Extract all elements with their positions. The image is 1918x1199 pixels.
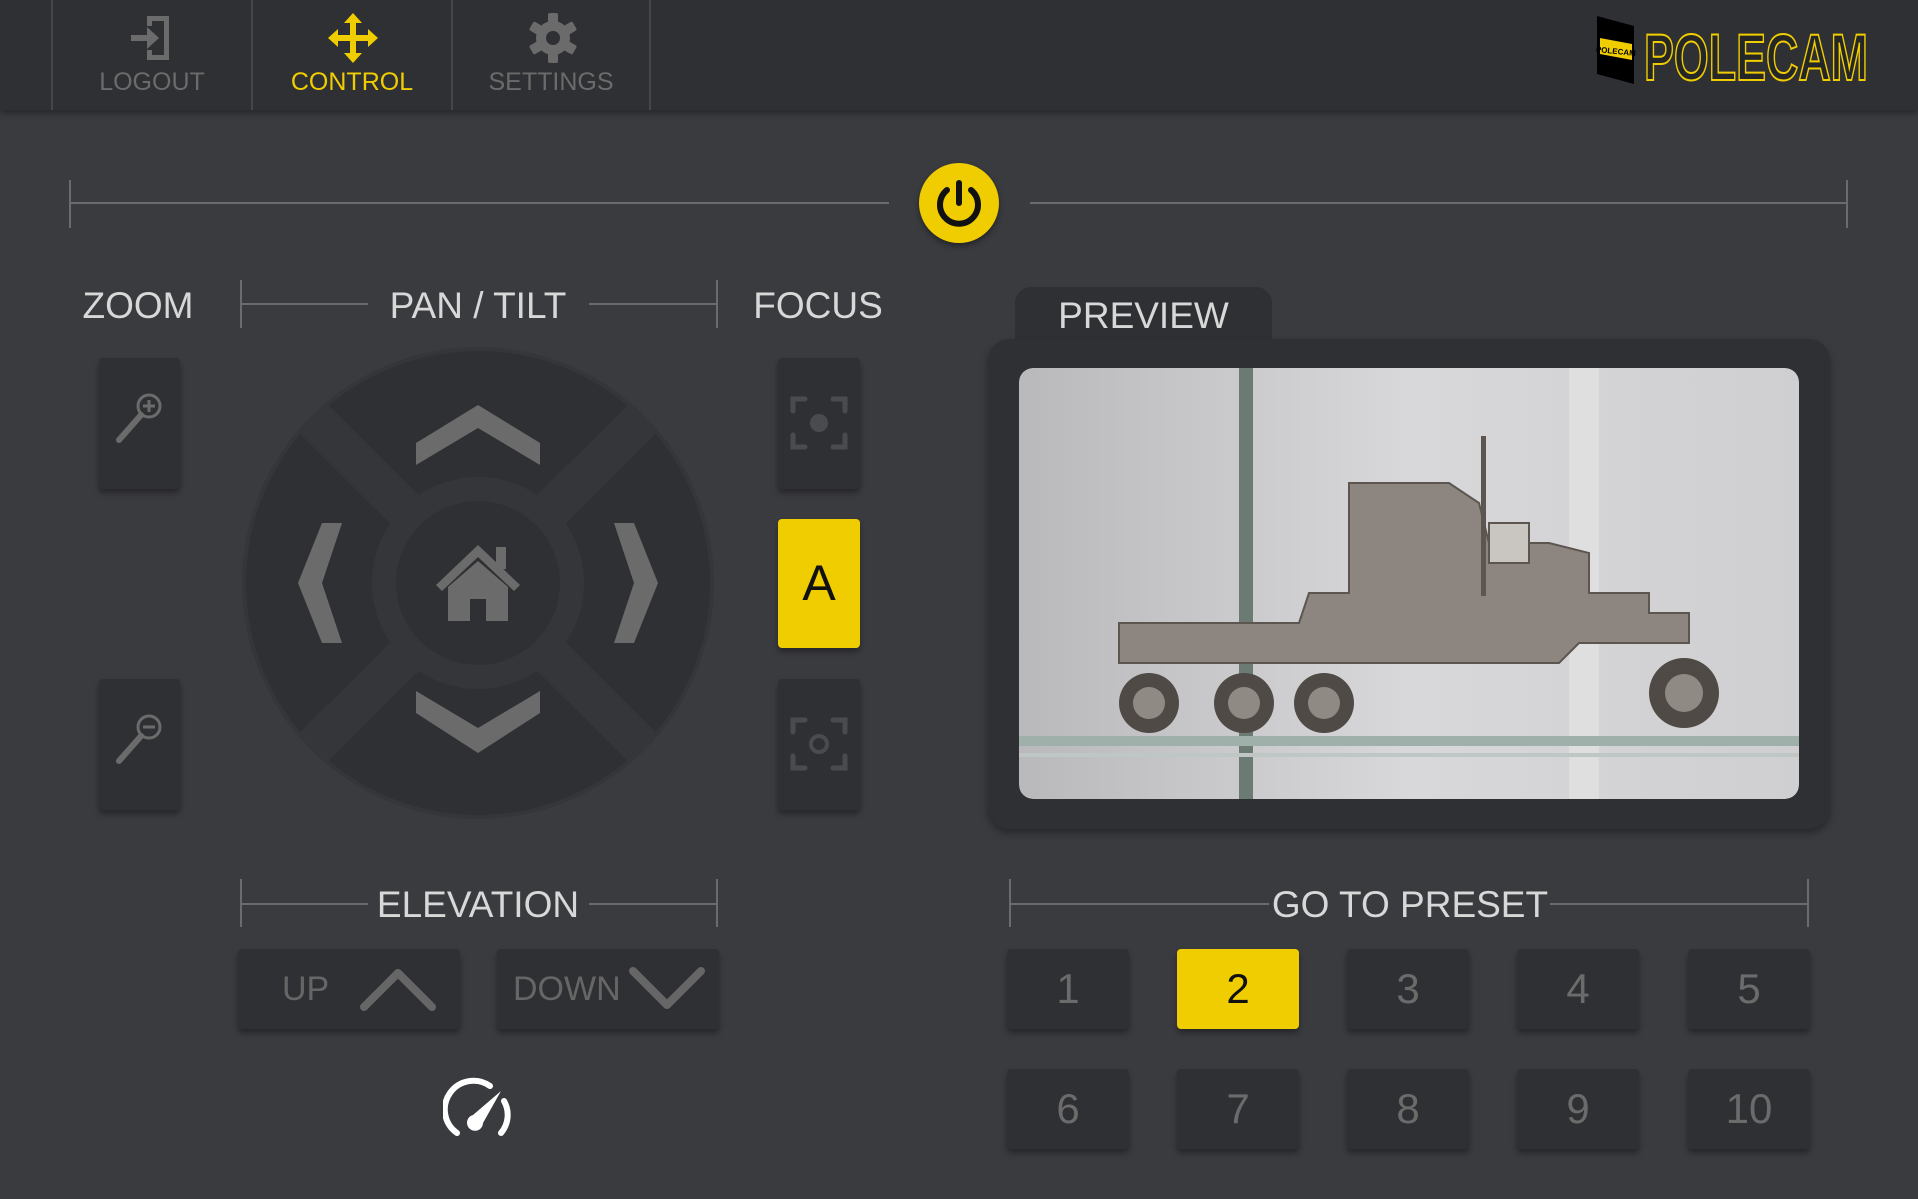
divider-line xyxy=(70,202,889,204)
zoom-in-button[interactable] xyxy=(99,358,180,489)
autofocus-button[interactable]: A xyxy=(778,519,860,648)
chevron-up-icon xyxy=(360,969,436,1011)
tab-label: SETTINGS xyxy=(488,68,614,96)
svg-text:POLECAM: POLECAM xyxy=(1644,20,1868,84)
power-button[interactable] xyxy=(919,163,999,243)
top-nav-bar: LOGOUT CONTROL SETTINGS POLECAM POLECAM xyxy=(0,0,1918,110)
preset-button-8[interactable]: 8 xyxy=(1347,1069,1469,1149)
preview-heading: PREVIEW xyxy=(1058,295,1229,336)
focus-ring-icon xyxy=(790,717,848,771)
gear-icon xyxy=(528,13,578,63)
preset-button-9[interactable]: 9 xyxy=(1517,1069,1639,1149)
divider-line xyxy=(589,303,717,305)
divider-line xyxy=(1009,903,1269,905)
focus-heading: FOCUS xyxy=(753,285,883,326)
preset-button-2[interactable]: 2 xyxy=(1177,949,1299,1029)
divider-line xyxy=(589,903,717,905)
tab-settings[interactable]: SETTINGS xyxy=(451,0,651,110)
divider-line xyxy=(1030,202,1847,204)
divider-tick xyxy=(69,180,71,228)
elevation-down-label: DOWN xyxy=(513,970,621,1008)
tab-label: LOGOUT xyxy=(99,68,205,96)
pan-tilt-heading: PAN / TILT xyxy=(389,285,567,326)
tab-control[interactable]: CONTROL xyxy=(251,0,451,110)
divider-line xyxy=(240,903,368,905)
move-arrows-icon xyxy=(328,13,378,63)
zoom-in-icon xyxy=(116,393,162,443)
elevation-heading: ELEVATION xyxy=(376,884,580,925)
elevation-up-label: UP xyxy=(282,970,330,1008)
preview-panel xyxy=(988,339,1830,829)
zoom-out-button[interactable] xyxy=(99,679,180,810)
preset-button-3[interactable]: 3 xyxy=(1347,949,1469,1029)
power-icon xyxy=(937,180,981,227)
divider-tick xyxy=(1846,180,1848,228)
preview-tab: PREVIEW xyxy=(1015,287,1272,347)
preset-button-4[interactable]: 4 xyxy=(1517,949,1639,1029)
preset-button-7[interactable]: 7 xyxy=(1177,1069,1299,1149)
zoom-out-icon xyxy=(116,714,162,764)
preset-button-1[interactable]: 1 xyxy=(1007,949,1129,1029)
zoom-heading: ZOOM xyxy=(82,285,194,326)
preset-button-5[interactable]: 5 xyxy=(1688,949,1810,1029)
tab-label: CONTROL xyxy=(290,68,414,96)
presets-heading: GO TO PRESET xyxy=(1271,884,1549,925)
pan-tilt-pad xyxy=(242,347,714,819)
divider-line xyxy=(1550,903,1808,905)
focus-point-icon xyxy=(790,396,848,450)
logout-icon xyxy=(131,16,169,60)
polecam-logo: POLECAM POLECAM xyxy=(1595,14,1872,95)
focus-near-button[interactable] xyxy=(778,358,860,489)
preset-button-10[interactable]: 10 xyxy=(1688,1069,1810,1149)
chevron-down-icon xyxy=(629,967,705,1009)
speed-gauge-icon[interactable] xyxy=(443,1075,513,1145)
camera-preview-image xyxy=(1019,368,1799,799)
elevation-up-button[interactable]: UP xyxy=(238,949,460,1029)
focus-far-button[interactable] xyxy=(778,679,860,810)
elevation-down-button[interactable]: DOWN xyxy=(497,949,719,1029)
divider-line xyxy=(240,303,368,305)
preset-button-6[interactable]: 6 xyxy=(1007,1069,1129,1149)
tab-logout[interactable]: LOGOUT xyxy=(51,0,251,110)
